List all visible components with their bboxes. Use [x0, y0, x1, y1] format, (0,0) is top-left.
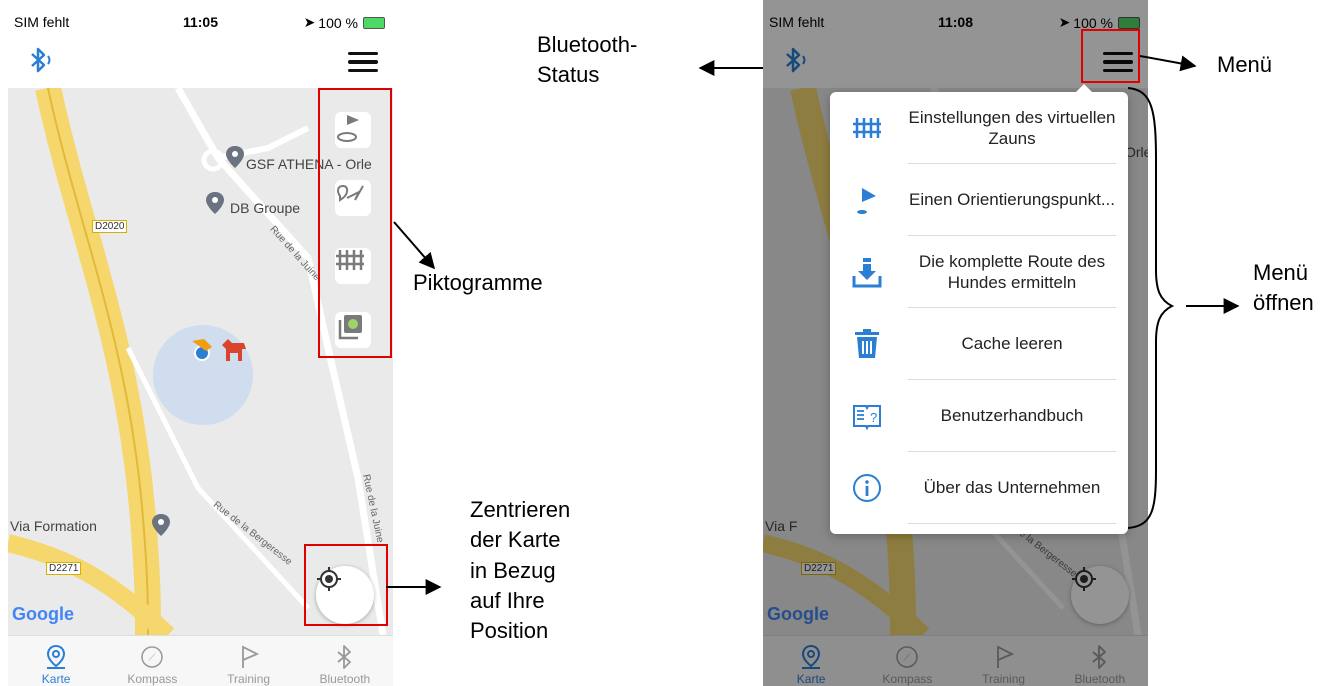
- brace-menu-open: [1127, 87, 1175, 529]
- callout-arrows: [386, 55, 1240, 595]
- arrow-menu: [1139, 55, 1197, 72]
- arrow-pictograms: [393, 221, 436, 270]
